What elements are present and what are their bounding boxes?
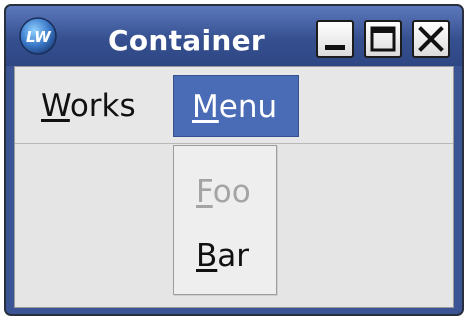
menu-works-mnemonic: W — [41, 88, 70, 124]
minimize-button[interactable] — [316, 20, 354, 58]
menu-dropdown: Foo Bar — [173, 145, 277, 295]
menu-item-foo-label: oo — [212, 174, 251, 210]
window-title: Container — [108, 24, 266, 57]
menu-bar: Works Menu — [15, 67, 453, 144]
menu-item-bar[interactable]: Bar — [196, 236, 249, 276]
maximize-button[interactable] — [364, 20, 402, 58]
menu-menu-mnemonic: M — [192, 89, 219, 125]
svg-text:LW: LW — [26, 28, 52, 46]
menu-item-bar-label: ar — [217, 238, 250, 274]
menu-menu-label: enu — [218, 89, 278, 125]
app-window: LW Container Works Menu Foo Bar — [4, 4, 464, 316]
close-icon — [418, 26, 444, 52]
title-bar[interactable]: LW Container — [6, 6, 462, 66]
menu-item-bar-mnemonic: B — [196, 238, 218, 274]
menu-item-foo-mnemonic: F — [196, 174, 213, 210]
window-client-area: Works Menu Foo Bar — [14, 66, 454, 308]
menu-menu[interactable]: Menu — [173, 75, 299, 137]
minimize-icon — [325, 45, 345, 50]
lw-logo-icon[interactable]: LW — [18, 16, 60, 56]
menu-works-label: orks — [69, 88, 136, 124]
maximize-icon — [370, 26, 396, 52]
menu-works[interactable]: Works — [41, 75, 163, 137]
close-button[interactable] — [412, 20, 450, 58]
menu-item-foo[interactable]: Foo — [196, 172, 251, 212]
